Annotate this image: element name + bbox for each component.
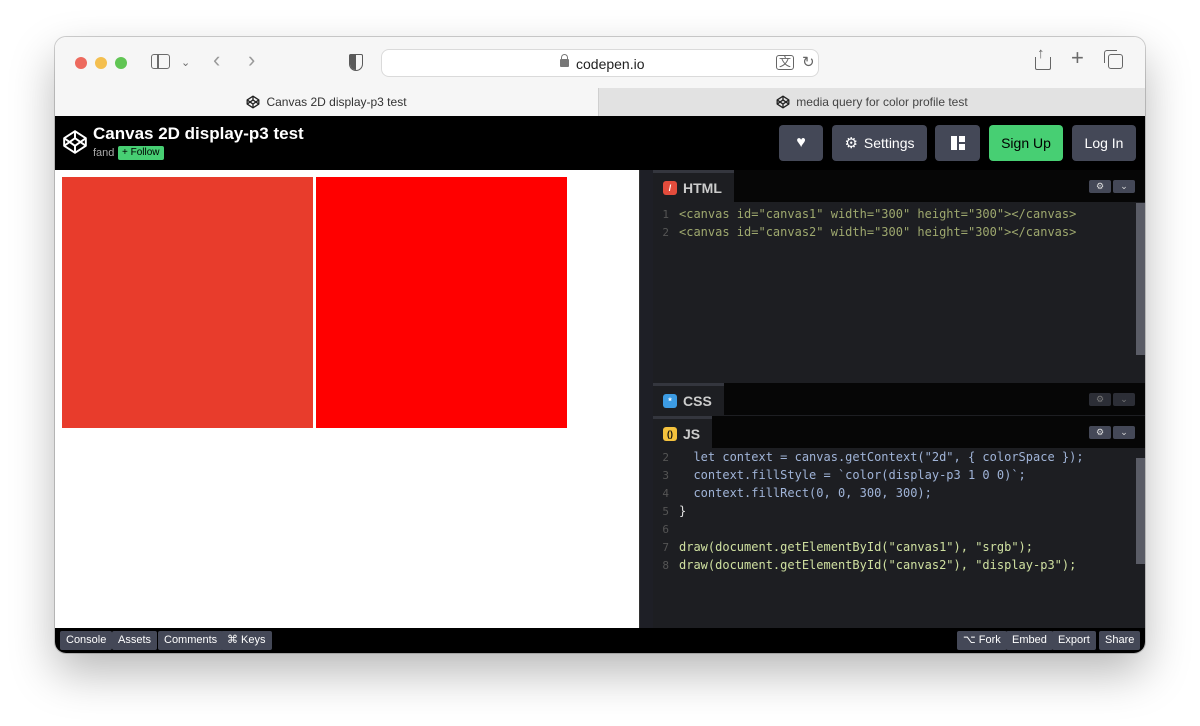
browser-toolbar: ⌄ ‹ › codepen.io 文 ↻ + [55,37,1145,88]
close-window-button[interactable] [75,57,87,69]
tab-canvas-test[interactable]: Canvas 2D display-p3 test [55,88,598,116]
code-line: 2 <canvas id="canvas2" width="300" height… [662,225,1077,239]
sidebar-icon[interactable] [151,54,170,69]
html-settings-icon[interactable]: ⚙ [1089,180,1111,193]
css-editor-tab[interactable]: * CSS [653,383,724,415]
css-editor-controls: ⚙ ⌄ [1089,393,1135,406]
html-editor-header: / HTML ⚙ ⌄ [653,170,1145,202]
embed-button[interactable]: Embed [1006,631,1053,650]
love-button[interactable]: ♥ [779,125,823,161]
keys-button[interactable]: ⌘ Keys [221,631,272,650]
tab-media-query-test[interactable]: media query for color profile test [598,88,1145,116]
heart-icon: ♥ [796,134,806,151]
css-badge-icon: * [663,393,677,408]
canvas1 [62,177,313,428]
css-settings-icon[interactable]: ⚙ [1089,393,1111,406]
tab-label: media query for color profile test [796,95,968,109]
js-settings-icon[interactable]: ⚙ [1089,426,1111,439]
new-tab-icon[interactable]: + [1071,47,1084,69]
fork-button[interactable]: ⌥ Fork [957,631,1007,650]
code-line: 5} [662,504,687,518]
layout-icon [950,136,965,150]
html-code[interactable]: 1 <canvas id="canvas1" width="300" height… [653,205,1145,241]
code-line: 3 context.fillStyle = `color(display-p3 … [662,468,1026,482]
tab-bar: Canvas 2D display-p3 test media query fo… [55,88,1145,116]
css-editor-header: * CSS ⚙ ⌄ [653,383,1145,415]
assets-button[interactable]: Assets [112,631,158,650]
js-editor-title: JS [683,425,701,442]
codepen-icon [776,95,790,109]
code-line: 1 <canvas id="canvas1" width="300" height… [662,207,1077,221]
html-editor-tab[interactable]: / HTML [653,170,734,202]
comments-button[interactable]: Comments [158,631,224,650]
translate-icon[interactable]: 文 [776,55,795,70]
forward-icon[interactable]: › [248,49,255,71]
html-scrollbar[interactable] [1136,203,1145,355]
js-collapse-icon[interactable]: ⌄ [1113,426,1135,439]
tab-overview-icon[interactable] [1104,50,1123,69]
tab-label: Canvas 2D display-p3 test [266,95,407,109]
result-preview[interactable] [55,170,639,628]
code-line: 4 context.fillRect(0, 0, 300, 300); [662,486,932,500]
share-button[interactable]: Share [1099,631,1141,650]
editor-panes: / HTML ⚙ ⌄ 1 <canvas id="canvas1" width="… [653,170,1145,628]
css-editor-title: CSS [683,392,712,409]
address-bar[interactable]: codepen.io 文 ↻ [381,49,819,77]
follow-button[interactable]: + Follow [118,146,164,160]
codepen-icon [246,95,260,109]
footer-bar: Console Assets Comments ⌘ Keys ⌥ Fork Em… [55,628,1145,653]
back-icon[interactable]: ‹ [213,49,220,71]
js-editor-controls: ⚙ ⌄ [1089,426,1135,439]
author-name[interactable]: fand [93,147,114,159]
reload-icon[interactable]: ↻ [802,53,815,71]
css-collapse-icon[interactable]: ⌄ [1113,393,1135,406]
pen-title[interactable]: Canvas 2D display-p3 test [93,124,304,144]
html-badge-icon: / [663,180,677,195]
codepen-header: Canvas 2D display-p3 test fand + Follow … [55,116,1145,170]
js-badge-icon: () [663,426,677,441]
js-code[interactable]: 2 let context = canvas.getContext("2d", … [653,448,1145,574]
share-icon[interactable] [1035,45,1051,70]
settings-button[interactable]: ⚙ Settings [832,125,927,161]
chevron-down-icon[interactable]: ⌄ [181,54,190,72]
lock-icon [560,54,569,67]
console-button[interactable]: Console [60,631,113,650]
html-collapse-icon[interactable]: ⌄ [1113,180,1135,193]
zoom-window-button[interactable] [115,57,127,69]
settings-label: Settings [863,135,915,151]
gear-icon: ⚙ [844,135,858,152]
editor-resize-handle[interactable] [639,170,653,628]
code-line: 6 [662,523,669,536]
change-view-button[interactable] [935,125,980,161]
privacy-shield-icon[interactable] [349,54,363,71]
sign-up-button[interactable]: Sign Up [989,125,1063,161]
js-editor-header: () JS ⚙ ⌄ [653,416,1145,448]
html-editor-controls: ⚙ ⌄ [1089,180,1135,193]
js-scrollbar[interactable] [1136,458,1145,564]
html-editor-title: HTML [683,179,722,196]
code-line: 7 draw(document.getElementById("canvas1")… [662,540,1034,554]
codepen-logo-icon[interactable] [62,129,88,155]
minimize-window-button[interactable] [95,57,107,69]
canvas2 [316,177,567,428]
export-button[interactable]: Export [1052,631,1096,650]
code-line: 2 let context = canvas.getContext("2d", … [662,450,1084,464]
code-line: 8 draw(document.getElementById("canvas2")… [662,558,1077,572]
url-text: codepen.io [576,56,645,72]
log-in-button[interactable]: Log In [1072,125,1136,161]
js-editor-tab[interactable]: () JS [653,416,713,448]
browser-window: ⌄ ‹ › codepen.io 文 ↻ + Canvas 2D display… [55,37,1145,653]
